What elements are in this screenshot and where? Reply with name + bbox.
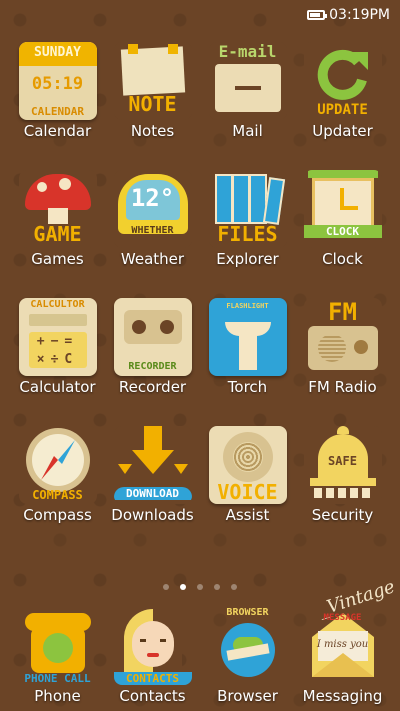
- app-label: Security: [311, 506, 374, 524]
- globe-icon: BROWSER: [209, 607, 287, 685]
- mushroom-icon: GAME: [18, 170, 97, 248]
- app-clock[interactable]: CLOCK Clock: [295, 170, 390, 268]
- page-dot[interactable]: [180, 584, 186, 590]
- app-label: Calculator: [19, 378, 96, 396]
- app-recorder[interactable]: RECORDER Recorder: [105, 298, 200, 396]
- app-fm-radio[interactable]: FM FM Radio: [295, 298, 390, 396]
- app-label: Recorder: [118, 378, 187, 396]
- app-label: Clock: [322, 250, 363, 268]
- dock-phone[interactable]: PHONE CALL Phone: [10, 607, 105, 705]
- app-compass[interactable]: COMPASS Compass: [10, 426, 105, 524]
- radio-icon: FM: [303, 298, 382, 376]
- app-label: FM Radio: [308, 378, 377, 396]
- status-time: 03:19PM: [329, 7, 390, 23]
- app-label: Calendar: [23, 122, 92, 140]
- app-downloads[interactable]: DOWNLOAD Downloads: [105, 426, 200, 524]
- app-mail[interactable]: E-mail Mail: [200, 42, 295, 140]
- page-dot[interactable]: [197, 584, 203, 590]
- download-icon: DOWNLOAD: [113, 426, 192, 504]
- app-label: Assist: [225, 506, 270, 524]
- app-label: Weather: [120, 250, 185, 268]
- calculator-icon: CALCULTOR +−= ×÷C: [18, 298, 97, 376]
- app-label: Updater: [312, 122, 373, 140]
- compass-icon: COMPASS: [18, 426, 97, 504]
- envelope-icon: MESSAGE I miss you: [304, 607, 382, 685]
- app-updater[interactable]: UPDATE Updater: [295, 42, 390, 140]
- dock-browser[interactable]: BROWSER Browser: [200, 607, 295, 705]
- app-calendar[interactable]: SUNDAY 05:19 CALENDAR Calendar: [10, 42, 105, 140]
- app-explorer[interactable]: FILES Explorer: [200, 170, 295, 268]
- page-dot[interactable]: [163, 584, 169, 590]
- app-security[interactable]: SAFE Security: [295, 426, 390, 524]
- app-label: Notes: [130, 122, 175, 140]
- app-games[interactable]: GAME Games: [10, 170, 105, 268]
- dock-messaging[interactable]: MESSAGE I miss you Messaging: [295, 607, 390, 705]
- app-torch[interactable]: FLASHLIGHT Torch: [200, 298, 295, 396]
- clock-icon: CLOCK: [303, 170, 382, 248]
- dock: PHONE CALL Phone CONTACTS Contacts BROWS…: [10, 607, 390, 705]
- contact-face-icon: CONTACTS: [113, 607, 192, 685]
- notes-icon: NOTE: [113, 42, 192, 120]
- calendar-icon: SUNDAY 05:19 CALENDAR: [18, 42, 97, 120]
- speaker-icon: VOICE: [208, 426, 287, 504]
- mail-icon: E-mail: [208, 42, 287, 120]
- telephone-icon: PHONE CALL: [19, 607, 97, 685]
- files-icon: FILES: [208, 170, 287, 248]
- app-label: Mail: [232, 122, 263, 140]
- app-grid: SUNDAY 05:19 CALENDAR Calendar NOTE Note…: [10, 42, 390, 524]
- app-label: Torch: [227, 378, 268, 396]
- app-label: Browser: [217, 687, 278, 705]
- cassette-icon: RECORDER: [113, 298, 192, 376]
- bell-icon: SAFE: [303, 426, 382, 504]
- page-dot[interactable]: [231, 584, 237, 590]
- app-label: Contacts: [119, 687, 186, 705]
- app-label: Phone: [34, 687, 81, 705]
- dock-contacts[interactable]: CONTACTS Contacts: [105, 607, 200, 705]
- page-indicator[interactable]: [0, 584, 400, 590]
- app-calculator[interactable]: CALCULTOR +−= ×÷C Calculator: [10, 298, 105, 396]
- status-bar: 03:19PM: [0, 0, 400, 32]
- app-label: Compass: [23, 506, 92, 524]
- battery-icon: [307, 10, 328, 20]
- app-label: Games: [31, 250, 84, 268]
- page-dot[interactable]: [214, 584, 220, 590]
- app-weather[interactable]: 12° WHETHER Weather: [105, 170, 200, 268]
- app-label: Downloads: [111, 506, 194, 524]
- weather-icon: 12° WHETHER: [113, 170, 192, 248]
- app-assist[interactable]: VOICE Assist: [200, 426, 295, 524]
- updater-icon: UPDATE: [303, 42, 382, 120]
- torch-icon: FLASHLIGHT: [208, 298, 287, 376]
- app-label: Messaging: [302, 687, 383, 705]
- app-label: Explorer: [216, 250, 279, 268]
- app-notes[interactable]: NOTE Notes: [105, 42, 200, 140]
